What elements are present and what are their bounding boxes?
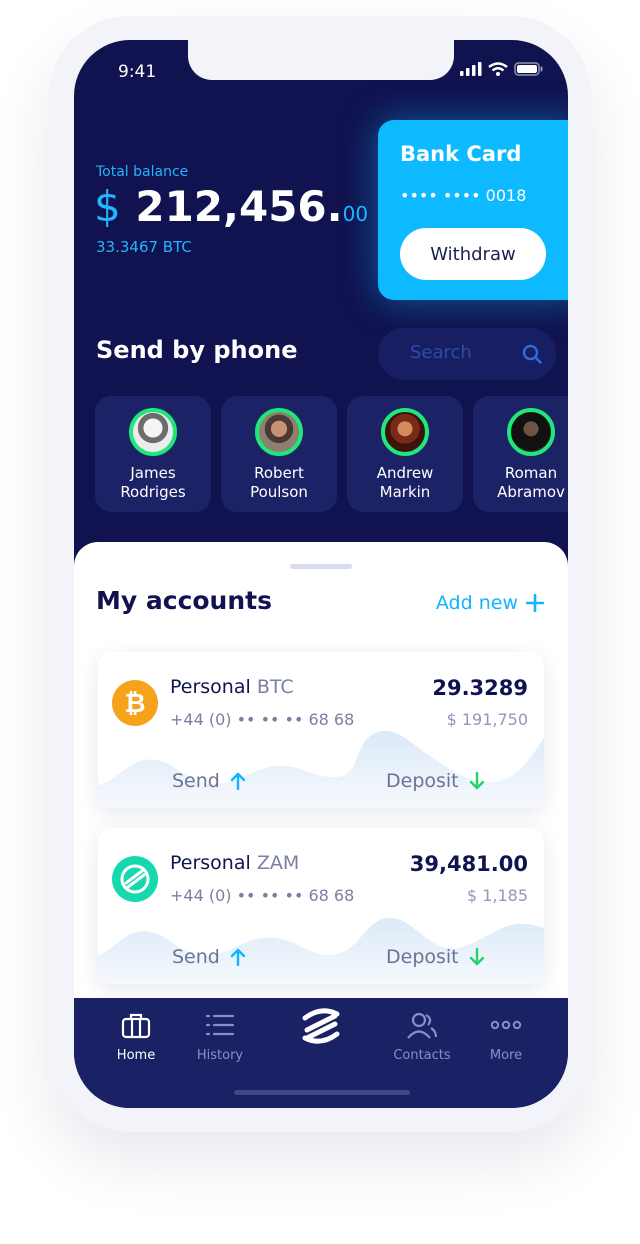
search-box[interactable] (378, 328, 556, 380)
contact-first-name: Andrew (376, 464, 434, 482)
my-accounts-title: My accounts (96, 586, 272, 615)
home-indicator (234, 1090, 410, 1095)
contact-card[interactable]: Robert Poulson (221, 396, 337, 512)
total-balance-amount: $ 212,456.00 (94, 182, 368, 231)
tab-contacts-label: Contacts (393, 1048, 451, 1063)
contacts-row: James Rodriges Robert Poulson Andrew Markin… (95, 396, 568, 512)
account-name-label: Personal (170, 676, 251, 698)
add-new-button[interactable]: Add new (436, 592, 544, 614)
withdraw-button[interactable]: Withdraw (400, 228, 546, 280)
notch (188, 40, 454, 80)
tab-history-label: History (196, 1048, 244, 1063)
send-by-phone-title: Send by phone (96, 336, 298, 364)
contacts-icon (407, 1012, 438, 1039)
bank-card-number: •••• •••• 0018 (400, 186, 527, 205)
search-icon[interactable] (522, 344, 542, 364)
send-button[interactable]: Send (172, 770, 246, 792)
account-fiat-value: $ 191,750 (446, 710, 528, 729)
list-icon (205, 1014, 235, 1036)
contact-name: Andrew Markin (347, 464, 463, 502)
balance-whole: 212,456. (135, 182, 343, 231)
avatar (507, 408, 555, 456)
arrow-down-icon (469, 948, 484, 966)
total-balance-label: Total balance (96, 164, 189, 180)
avatar (381, 408, 429, 456)
plus-icon (526, 594, 544, 612)
account-phone: +44 (0) •• •• •• 68 68 (170, 886, 355, 905)
sparkline-wave (98, 917, 544, 984)
contact-card[interactable]: Roman Abramov (473, 396, 568, 512)
arrow-up-icon (230, 948, 246, 966)
account-amount: 39,481.00 (409, 852, 528, 876)
svg-text:₿: ₿ (124, 689, 145, 719)
contact-first-name: James (130, 464, 176, 482)
send-button[interactable]: Send (172, 946, 246, 968)
contact-first-name: Roman (504, 464, 558, 482)
currency-symbol: $ (94, 182, 121, 231)
wifi-icon (488, 62, 508, 76)
signal-icon (460, 62, 482, 76)
search-input[interactable] (410, 342, 520, 363)
bitcoin-icon: ₿ (112, 680, 158, 726)
contact-last-name: Abramov (497, 483, 565, 501)
contact-card[interactable]: Andrew Markin (347, 396, 463, 512)
accounts-sheet: My accounts Add new ₿ Personal BTC +44 (… (74, 542, 568, 1008)
tab-bar: Home History Contacts More (74, 998, 568, 1108)
briefcase-icon (121, 1013, 151, 1039)
sheet-handle[interactable] (290, 564, 352, 569)
account-name: Personal ZAM (170, 852, 299, 874)
contact-name: Roman Abramov (473, 464, 568, 502)
contact-last-name: Rodriges (120, 483, 186, 501)
arrow-down-icon (469, 772, 484, 790)
contact-name: Robert Poulson (221, 464, 337, 502)
balance-cents: 00 (342, 202, 369, 226)
tab-history[interactable]: History (180, 1010, 260, 1063)
deposit-label: Deposit (386, 770, 459, 792)
send-label: Send (172, 946, 220, 968)
battery-icon (514, 62, 543, 76)
tab-contacts[interactable]: Contacts (382, 1010, 462, 1063)
account-card-btc[interactable]: ₿ Personal BTC +44 (0) •• •• •• 68 68 29… (98, 652, 544, 808)
account-card-zam[interactable]: Personal ZAM +44 (0) •• •• •• 68 68 39,4… (98, 828, 544, 984)
contact-last-name: Markin (379, 483, 431, 501)
deposit-button[interactable]: Deposit (386, 946, 485, 968)
tab-home[interactable]: Home (96, 1010, 176, 1063)
account-name: Personal BTC (170, 676, 294, 698)
contact-card[interactable]: James Rodriges (95, 396, 211, 512)
contact-name: James Rodriges (95, 464, 211, 502)
app-screen: 9:41 Total balance $ 212,456.00 33.3467 … (74, 40, 568, 1108)
tab-more-label: More (489, 1048, 523, 1063)
account-amount: 29.3289 (432, 676, 528, 700)
account-ticker: ZAM (256, 852, 300, 874)
balance-btc: 33.3467 BTC (96, 238, 192, 256)
tab-home-label: Home (116, 1048, 156, 1063)
account-phone: +44 (0) •• •• •• 68 68 (170, 710, 355, 729)
avatar (255, 408, 303, 456)
arrow-up-icon (230, 772, 246, 790)
tab-more[interactable]: More (466, 1010, 546, 1063)
status-icons (460, 62, 544, 76)
avatar (129, 408, 177, 456)
zam-coin-icon (112, 856, 158, 902)
deposit-label: Deposit (386, 946, 459, 968)
app-logo-button[interactable] (281, 1004, 361, 1056)
bank-card[interactable]: Bank Card •••• •••• 0018 Withdraw (378, 120, 568, 300)
send-label: Send (172, 770, 220, 792)
add-new-label: Add new (435, 592, 518, 614)
bank-card-title: Bank Card (400, 142, 522, 166)
account-fiat-value: $ 1,185 (466, 886, 528, 905)
contact-last-name: Poulson (250, 483, 308, 501)
deposit-button[interactable]: Deposit (386, 770, 485, 792)
zam-logo-icon (302, 1008, 340, 1044)
account-name-label: Personal (170, 852, 251, 874)
more-dots-icon (490, 1020, 522, 1030)
contact-first-name: Robert (254, 464, 304, 482)
sparkline-wave (98, 730, 544, 808)
account-ticker: BTC (256, 676, 294, 698)
status-time: 9:41 (118, 62, 157, 82)
